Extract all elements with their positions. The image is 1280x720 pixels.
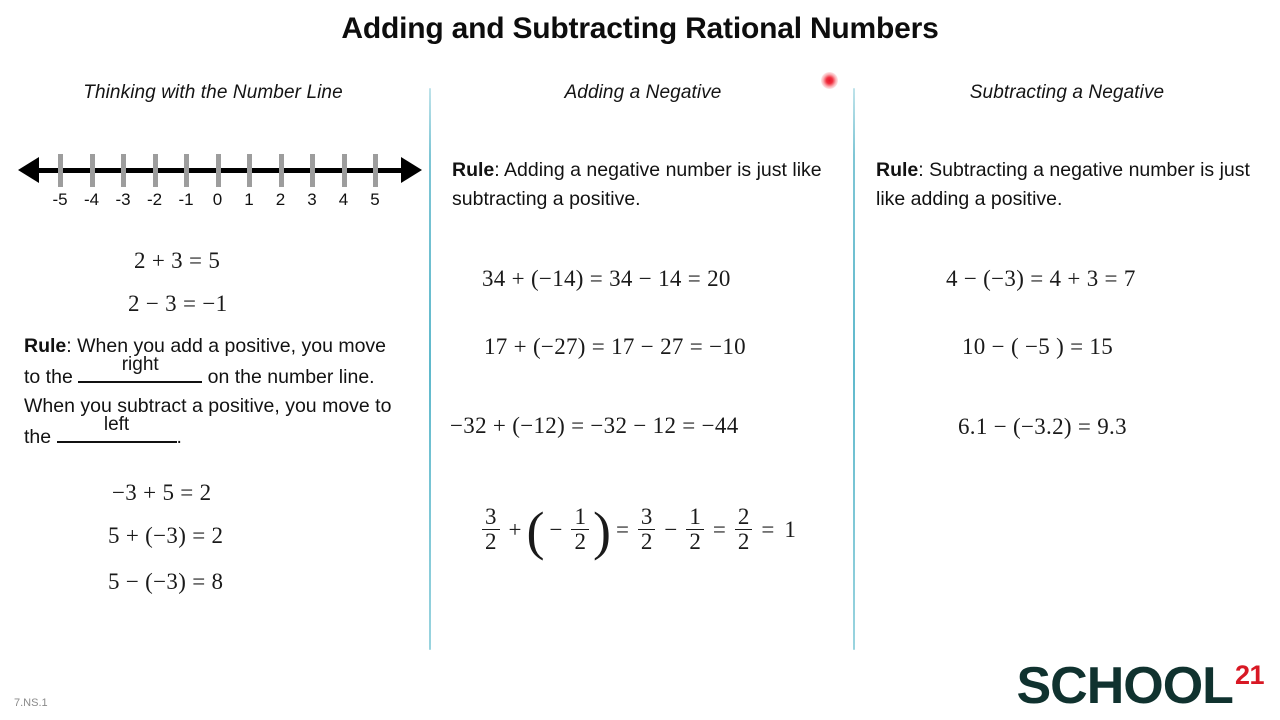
number-line-label: -4 (83, 190, 100, 209)
rule-part-1c: . (176, 426, 182, 448)
fraction: 32 (637, 504, 656, 555)
number-line-tick (58, 154, 63, 187)
number-line-tick (247, 154, 252, 187)
number-line-label: -2 (146, 190, 163, 209)
number-line-arrow-left-icon (18, 157, 39, 183)
blank-answer-right-text: right (121, 354, 159, 375)
fraction-numerator: 2 (737, 504, 750, 529)
math-operator: = (615, 516, 629, 542)
math-operator: = (761, 516, 775, 542)
equation-c3-1: 4 − (−3) = 4 + 3 = 7 (946, 266, 1136, 291)
number-line-tick (215, 154, 221, 187)
number-line-arrow-right-icon (401, 157, 422, 183)
math-value: 1 (784, 516, 796, 542)
number-line-label: 4 (338, 190, 349, 209)
equation-c2-1: 34 + (−14) = 34 − 14 = 20 (482, 266, 731, 291)
rule-text-column-1: Rule: When you add a positive, you move … (24, 332, 394, 452)
number-line-label: 1 (244, 190, 254, 209)
number-line-label: -3 (115, 190, 131, 209)
number-line-tick (341, 154, 347, 187)
standard-code: 7.NS.1 (14, 697, 48, 709)
fraction: 22 (734, 504, 753, 555)
number-line-tick (152, 154, 158, 187)
fraction-denominator: 2 (482, 529, 500, 554)
fraction-denominator: 2 (734, 529, 753, 554)
number-line-tick (310, 154, 315, 187)
page-title: Adding and Subtracting Rational Numbers (341, 12, 939, 45)
fraction: 12 (571, 504, 589, 555)
rule-label-2: Rule (452, 159, 495, 181)
equation-c2-fraction: 3 2 +(−1 2) = 3 2−1 2 = 2 2 = 1 (478, 504, 801, 558)
equation-c1-5: 5 − (−3) = 8 (108, 569, 224, 594)
equation-c2-3: −32 + (−12) = −32 − 12 = −44 (450, 413, 739, 438)
rule-text-column-3: Rule: Subtracting a negative number is j… (876, 156, 1258, 214)
number-line-label: -1 (178, 190, 194, 209)
equation-c1-3: −3 + 5 = 2 (112, 480, 212, 505)
column-header-adding-negative: Adding a Negative (564, 82, 722, 103)
rule-label-3: Rule (876, 159, 919, 181)
equation-c3-3: 6.1 − (−3.2) = 9.3 (958, 414, 1127, 439)
number-line-tick (184, 154, 189, 187)
column-header-number-line: Thinking with the Number Line (83, 82, 343, 103)
math-operator: − (664, 516, 678, 542)
column-header-subtracting-negative: Subtracting a Negative (969, 82, 1165, 103)
fraction-numerator: 1 (574, 504, 586, 529)
number-line-label: -5 (52, 190, 68, 209)
fraction: 12 (686, 504, 704, 555)
blank-answer-right[interactable]: right (78, 354, 203, 383)
column-divider-2 (853, 88, 855, 650)
fraction-numerator: 3 (485, 504, 497, 529)
equation-c1-4: 5 + (−3) = 2 (108, 523, 224, 548)
rule-body-3: : Subtracting a negative number is just … (876, 159, 1250, 210)
number-line-tick (373, 154, 378, 187)
number-line-tick (89, 154, 95, 187)
blank-answer-left-text: left (103, 414, 130, 435)
logo-superscript: 21 (1234, 660, 1265, 690)
fraction-numerator: 1 (689, 504, 701, 529)
fraction-denominator: 2 (571, 529, 589, 554)
school21-logo: SCHOOL 21 (1017, 660, 1265, 712)
blank-answer-left[interactable]: left (56, 414, 177, 443)
number-line-label: 2 (275, 190, 286, 209)
number-line-label: 0 (212, 190, 223, 209)
rule-text-column-2: Rule: Adding a negative number is just l… (452, 156, 830, 214)
fraction-denominator: 2 (686, 529, 704, 554)
math-operator: = (712, 516, 726, 542)
fraction-numerator: 3 (640, 504, 653, 529)
math-operator: + (508, 516, 522, 542)
math-operator: − (549, 516, 563, 542)
equation-c1-2: 2 − 3 = −1 (128, 291, 228, 316)
logo-word: SCHOOL (1016, 657, 1234, 715)
number-line-label: 5 (370, 190, 380, 209)
number-line-label: 3 (307, 190, 317, 209)
fraction: 32 (482, 504, 500, 555)
number-line-tick (121, 154, 126, 187)
rule-body-2: : Adding a negative number is just like … (452, 159, 822, 210)
rule-label-1: Rule (24, 335, 67, 357)
equation-c3-2: 10 − ( −5 ) = 15 (962, 334, 1114, 359)
equation-c2-2: 17 + (−27) = 17 − 27 = −10 (484, 334, 746, 359)
fraction-denominator: 2 (637, 529, 656, 554)
equation-c1-1: 2 + 3 = 5 (134, 248, 221, 273)
number-line-tick (278, 154, 284, 187)
number-line-diagram: -5 -4 -3 -2 -1 0 1 2 3 4 5 (0, 140, 430, 220)
